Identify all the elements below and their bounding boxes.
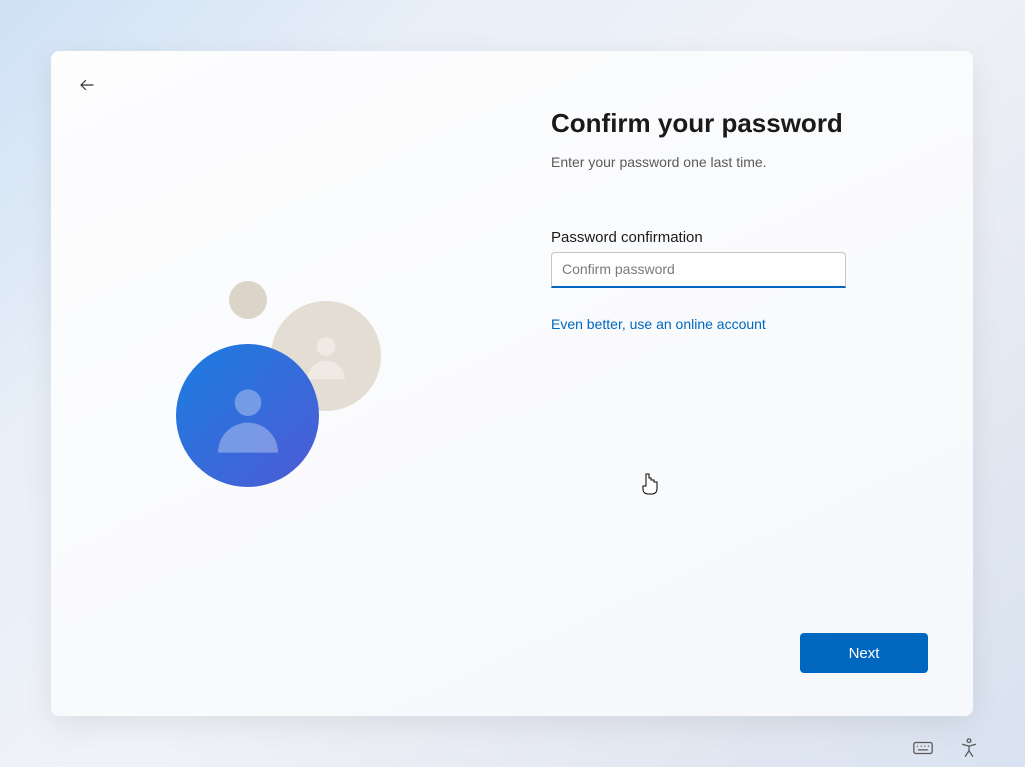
user-illustration — [176, 281, 486, 541]
keyboard-icon — [912, 737, 934, 759]
password-label: Password confirmation — [551, 229, 931, 246]
confirm-password-input[interactable] — [551, 252, 846, 288]
back-button[interactable] — [75, 73, 99, 97]
primary-user-circle — [176, 344, 319, 487]
online-account-link[interactable]: Even better, use an online account — [551, 316, 931, 332]
decor-circle — [229, 281, 267, 319]
bottom-toolbar — [912, 737, 980, 759]
accessibility-icon — [958, 737, 980, 759]
keyboard-button[interactable] — [912, 737, 934, 759]
arrow-left-icon — [78, 76, 96, 94]
page-subtitle: Enter your password one last time. — [551, 153, 931, 173]
person-icon — [208, 376, 288, 456]
content-panel: Confirm your password Enter your passwor… — [551, 108, 931, 332]
next-button[interactable]: Next — [800, 633, 928, 673]
page-title: Confirm your password — [551, 108, 931, 139]
setup-card: Confirm your password Enter your passwor… — [51, 51, 973, 716]
accessibility-button[interactable] — [958, 737, 980, 759]
